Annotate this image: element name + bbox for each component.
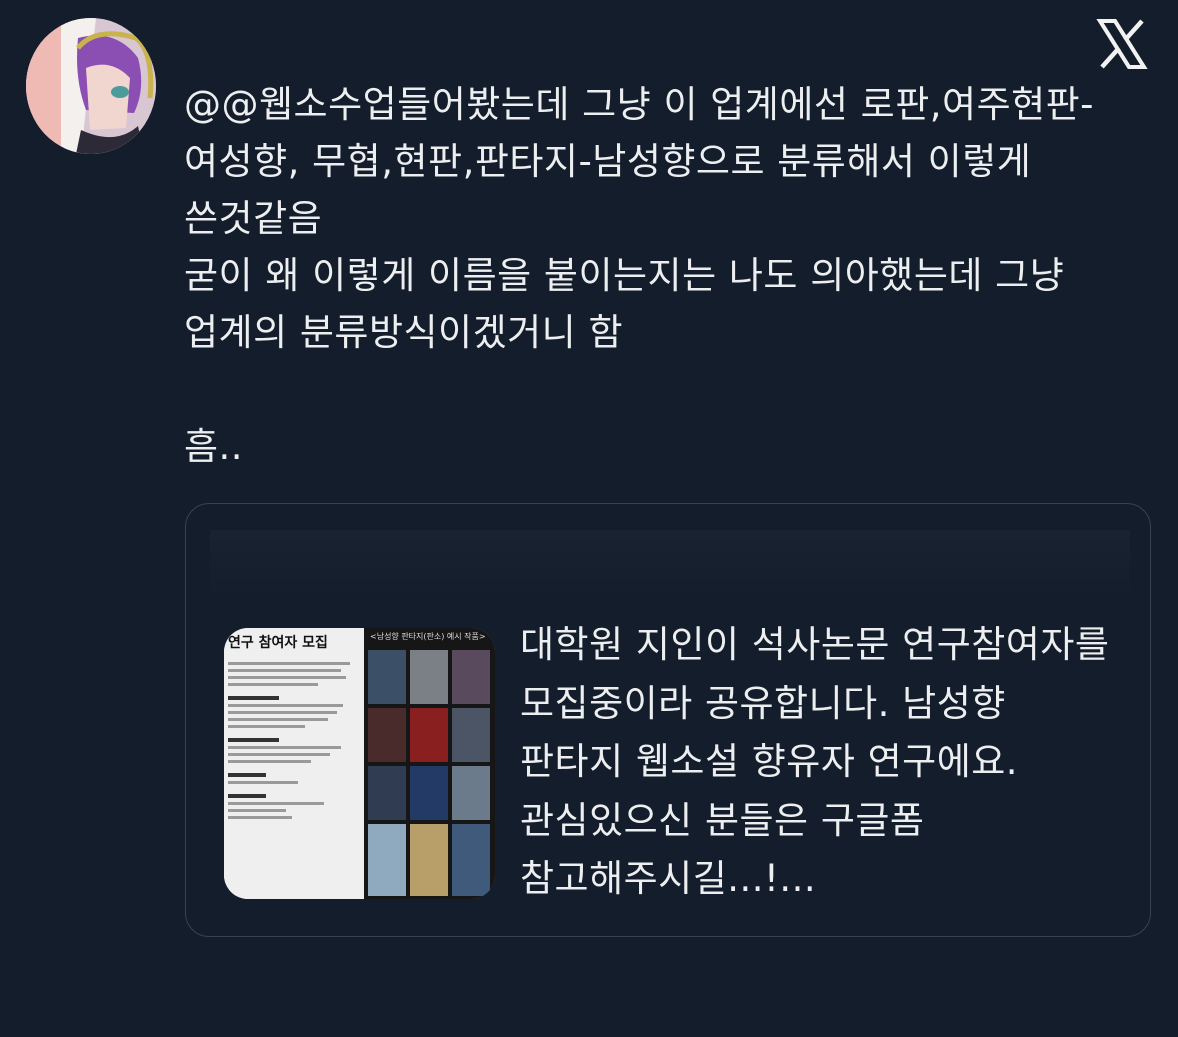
poster-body-lines [228, 658, 356, 823]
quoted-tweet-text: 대학원 지인이 석사논문 연구참여자를 모집중이라 공유합니다. 남성향 판타지… [520, 623, 1122, 900]
quoted-tweet-thumbnail[interactable]: 연구 참여자 모집 <남성향 판타지(판소) 예시 작품> [224, 628, 495, 899]
quoted-tweet-card[interactable]: 연구 참여자 모집 <남성향 판타지(판소) 예시 작품> 대학원 지인이 석사… [185, 503, 1151, 937]
x-logo-icon[interactable] [1096, 18, 1148, 70]
tweet-body-text: @@웹소수업들어봤는데 그냥 이 업계에선 로판,여주현판-여성향, 무협,현판… [184, 83, 1095, 468]
poster-caption: <남성향 판타지(판소) 예시 작품> [370, 632, 486, 641]
tweet-screenshot: @@웹소수업들어봤는데 그냥 이 업계에선 로판,여주현판-여성향, 무협,현판… [0, 0, 1178, 1037]
avatar-illustration-icon [26, 18, 156, 154]
book-covers-grid-icon [364, 628, 495, 899]
recruitment-poster: 연구 참여자 모집 [224, 628, 364, 899]
poster-title: 연구 참여자 모집 [228, 635, 328, 651]
user-avatar[interactable] [26, 18, 156, 154]
x-logo-icon-svg [1096, 19, 1148, 69]
example-covers-grid: <남성향 판타지(판소) 예시 작품> [364, 628, 495, 899]
quoted-tweet-header-faded [210, 530, 1130, 600]
